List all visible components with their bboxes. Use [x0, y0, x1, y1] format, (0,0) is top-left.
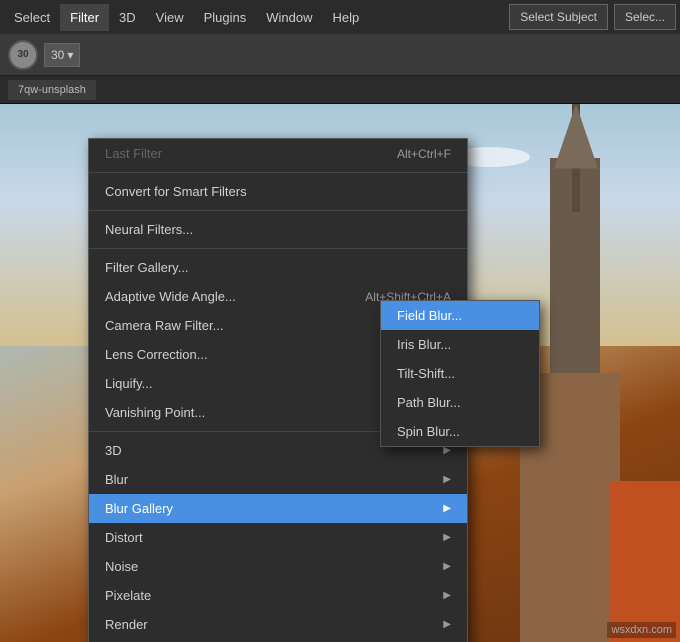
- menu-bar: Select Filter 3D View Plugins Window Hel…: [0, 0, 680, 34]
- separator-1: [89, 172, 467, 173]
- menu-item-convert-smart[interactable]: Convert for Smart Filters: [89, 177, 467, 206]
- submenu-item-path-blur[interactable]: Path Blur...: [381, 388, 539, 417]
- submenu-item-spin-blur[interactable]: Spin Blur...: [381, 417, 539, 446]
- submenu-item-iris-blur[interactable]: Iris Blur...: [381, 330, 539, 359]
- menu-item-filter-gallery[interactable]: Filter Gallery...: [89, 253, 467, 282]
- doc-tab[interactable]: 7qw-unsplash: [8, 80, 96, 100]
- menu-item-3d[interactable]: 3D: [109, 4, 146, 31]
- separator-2: [89, 210, 467, 211]
- menu-item-select[interactable]: Select: [4, 4, 60, 31]
- menu-item-filter[interactable]: Filter: [60, 4, 109, 31]
- menu-item-last-filter[interactable]: Last Filter Alt+Ctrl+F: [89, 139, 467, 168]
- select-and-mask-button[interactable]: Selec...: [614, 4, 676, 30]
- menu-item-view[interactable]: View: [146, 4, 194, 31]
- menu-item-blur-gallery[interactable]: Blur Gallery ▶: [89, 494, 467, 523]
- submenu-arrow-blur-gallery: ▶: [443, 503, 451, 514]
- submenu-arrow-noise: ▶: [443, 561, 451, 572]
- select-subject-button[interactable]: Select Subject: [509, 4, 608, 30]
- menu-item-plugins[interactable]: Plugins: [194, 4, 257, 31]
- menu-item-help[interactable]: Help: [323, 4, 370, 31]
- menu-item-pixelate[interactable]: Pixelate ▶: [89, 581, 467, 610]
- submenu-item-tilt-shift[interactable]: Tilt-Shift...: [381, 359, 539, 388]
- separator-3: [89, 248, 467, 249]
- menu-item-window[interactable]: Window: [256, 4, 322, 31]
- submenu-arrow-pixelate: ▶: [443, 590, 451, 601]
- building-red: [610, 481, 680, 642]
- brush-size-label: 30: [17, 49, 28, 60]
- brush-size-dropdown[interactable]: 30 ▾: [44, 43, 80, 67]
- toolbar: 30 30 ▾: [0, 34, 680, 76]
- brush-tool-circle[interactable]: 30: [8, 40, 38, 70]
- blur-gallery-submenu: Field Blur... Iris Blur... Tilt-Shift...…: [380, 300, 540, 447]
- watermark: wsxdxn.com: [607, 622, 676, 638]
- menu-item-distort[interactable]: Distort ▶: [89, 523, 467, 552]
- submenu-arrow-render: ▶: [443, 619, 451, 630]
- menu-item-neural[interactable]: Neural Filters...: [89, 215, 467, 244]
- menu-item-blur[interactable]: Blur ▶: [89, 465, 467, 494]
- doc-tab-bar: 7qw-unsplash: [0, 76, 680, 104]
- submenu-arrow-blur: ▶: [443, 474, 451, 485]
- menu-item-noise[interactable]: Noise ▶: [89, 552, 467, 581]
- submenu-arrow-distort: ▶: [443, 532, 451, 543]
- main-content: Last Filter Alt+Ctrl+F Convert for Smart…: [0, 104, 680, 642]
- menu-item-render[interactable]: Render ▶: [89, 610, 467, 639]
- submenu-item-field-blur[interactable]: Field Blur...: [381, 301, 539, 330]
